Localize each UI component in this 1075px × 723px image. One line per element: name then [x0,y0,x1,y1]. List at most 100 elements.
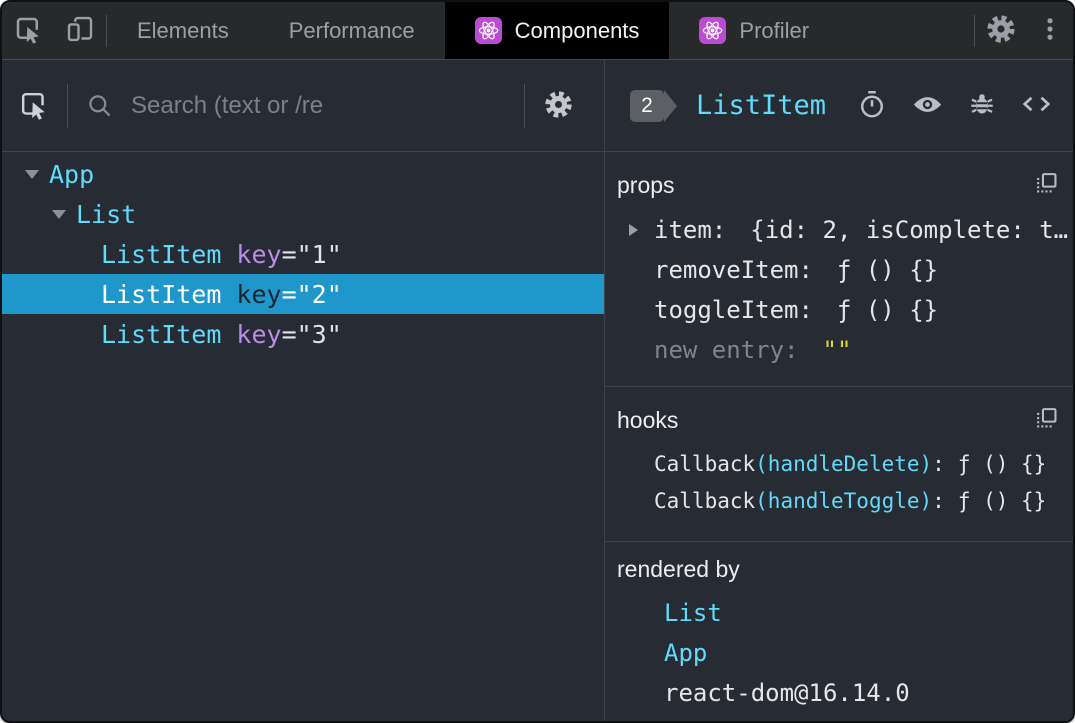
key-attribute-value: ="1" [281,239,342,269]
prop-value[interactable]: ƒ () {} [837,256,938,284]
code-icon [1020,89,1053,122]
hook-name: (handleDelete) [755,451,933,476]
select-component-button[interactable] [18,89,49,123]
copy-icon [1034,406,1059,434]
key-attribute-name: key [236,279,282,309]
tab-label: Performance [288,17,415,43]
prop-value[interactable]: ƒ () {} [837,296,938,324]
prop-name: item: [654,216,727,244]
component-actions [857,88,1053,124]
toolbar-divider [524,83,525,128]
tree-row-listitem-3[interactable]: ListItem key ="3" [2,314,604,354]
new-entry-name[interactable]: new entry: [654,336,799,364]
tab-label: Components [514,17,640,43]
react-logo-icon [699,17,727,44]
tab-performance[interactable]: Performance [259,2,445,59]
details-pane: 2 ListItem props item: {id: 2, isComplet… [605,60,1073,721]
section-title: hooks [617,406,679,433]
prop-row-item: item: {id: 2, isComplete: t… [617,210,1068,250]
tabbar-spacer [839,2,974,59]
owner-link-list[interactable]: List [664,599,722,627]
tab-label: Elements [137,17,229,43]
prop-row-new-entry[interactable]: new entry: "" [617,330,1059,370]
device-toolbar-icon [65,14,95,47]
hook-row-handledelete: Callback (handleDelete): ƒ () {} [617,445,1059,482]
key-attribute-name: key [236,319,282,349]
inspect-cursor-icon [18,92,49,123]
hook-value: ƒ () {} [957,488,1047,513]
hook-separator: : [932,488,945,513]
tab-profiler[interactable]: Profiler [669,2,839,59]
prop-value[interactable]: {id: 2, isComplete: t… [750,216,1068,244]
section-title: rendered by [617,555,740,582]
component-name: ListItem [101,239,222,269]
component-name: ListItem [101,319,222,349]
more-options-button[interactable] [1027,2,1073,59]
owner-link-app[interactable]: App [664,639,707,667]
bug-icon [968,90,996,121]
tree-row-app[interactable]: App [2,154,604,194]
selected-component-title: ListItem [696,90,827,121]
log-component-button[interactable] [968,90,996,121]
hook-type: Callback [654,451,756,476]
suspend-component-button[interactable] [857,89,887,122]
rendered-by-row: react-dom@16.14.0 [617,673,1059,713]
collapse-arrow-icon[interactable] [52,209,66,219]
toolbar-divider [67,83,68,128]
hook-separator: : [932,451,945,476]
new-entry-value[interactable]: "" [823,336,852,364]
component-name: ListItem [101,279,222,309]
copy-icon [1034,171,1059,199]
devtools-window: Elements Performance Components Profiler [0,0,1075,723]
tree-row-list[interactable]: List [2,194,604,234]
tree-row-listitem-2-selected[interactable]: ListItem key ="2" [2,274,604,314]
settings-button[interactable] [975,2,1027,59]
hook-row-handletoggle: Callback (handleToggle): ƒ () {} [617,482,1059,519]
prop-name: toggleItem: [654,296,813,324]
hook-type: Callback [654,488,756,513]
search-icon [86,92,113,119]
owners-count-badge[interactable]: 2 [630,89,677,122]
rendered-by-section: rendered by List App react-dom@16.14.0 [605,542,1073,721]
more-vertical-icon [1036,15,1064,46]
components-panel: App List ListItemkey="1" ListItemkey="2"… [2,60,1073,721]
copy-hooks-button[interactable] [1034,406,1059,434]
collapse-arrow-icon[interactable] [25,169,39,179]
hook-value: ƒ () {} [957,451,1047,476]
hooks-section: hooks Callback (handleDelete): ƒ () {} Ca… [605,387,1073,542]
tab-label: Profiler [739,17,810,43]
tree-toolbar [2,60,604,152]
selected-component-header: 2 ListItem [605,60,1073,152]
rendered-by-row: List [617,593,1059,633]
tab-elements[interactable]: Elements [107,2,259,59]
device-toolbar-button[interactable] [54,2,106,59]
devtools-tabbar: Elements Performance Components Profiler [2,2,1073,60]
view-settings-button[interactable] [543,89,574,123]
renderer-version: react-dom@16.14.0 [664,679,910,707]
tree-row-listitem-1[interactable]: ListItem key ="1" [2,234,604,274]
timer-icon [857,89,887,122]
inspect-dom-button[interactable] [911,88,944,124]
component-name: List [76,199,137,229]
tree-pane: App List ListItemkey="1" ListItemkey="2"… [2,60,604,721]
expand-arrow-icon[interactable] [629,224,638,236]
gear-icon [543,90,574,123]
key-attribute-value: ="3" [281,319,342,349]
badge-count: 2 [641,93,653,117]
component-name: App [49,159,95,189]
prop-row-toggleitem: toggleItem: ƒ () {} [617,290,1059,330]
react-logo-icon [474,17,502,44]
tab-components[interactable]: Components [444,2,670,59]
view-source-button[interactable] [1020,89,1053,122]
inspect-element-button[interactable] [2,2,54,59]
props-section: props item: {id: 2, isComplete: t… remov… [605,152,1073,387]
key-attribute-value: ="2" [281,279,342,309]
eye-icon [911,88,944,124]
copy-props-button[interactable] [1034,171,1059,199]
prop-row-removeitem: removeItem: ƒ () {} [617,250,1059,290]
gear-icon [985,13,1017,48]
search-input[interactable] [131,91,506,120]
prop-name: removeItem: [654,256,813,284]
hook-name: (handleToggle) [755,488,933,513]
rendered-by-row: App [617,633,1059,673]
